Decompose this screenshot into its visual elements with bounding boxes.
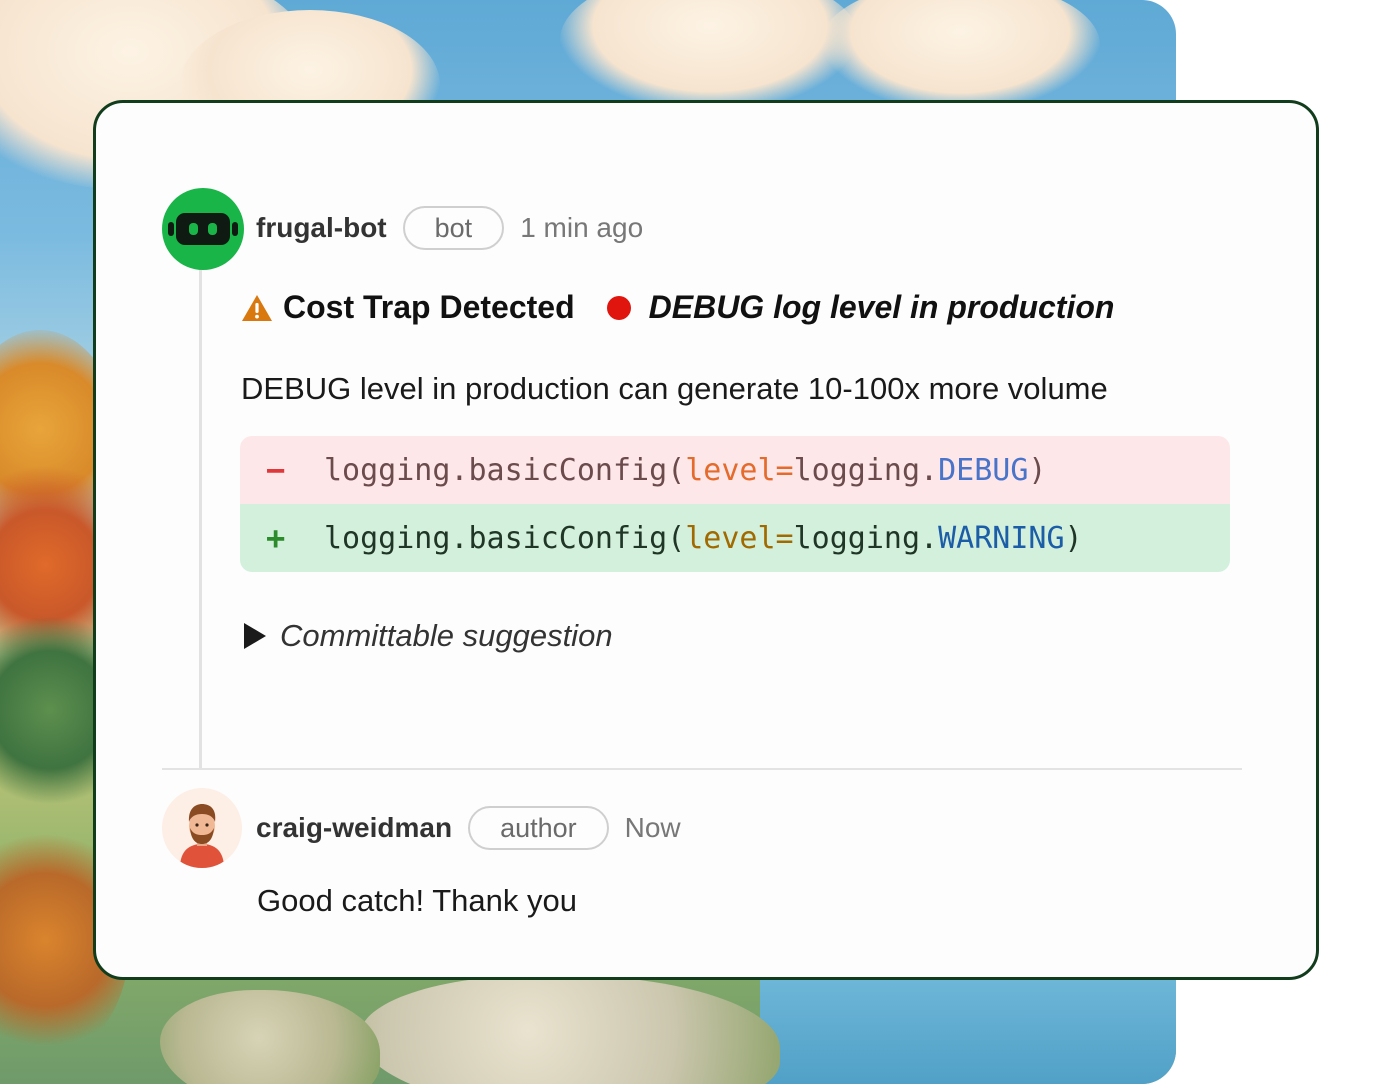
code-token: ) bbox=[1064, 520, 1083, 556]
code-diff: − logging.basicConfig(level= logging. DEBUG… bbox=[240, 436, 1230, 572]
code-token: ) bbox=[1028, 452, 1047, 488]
robot-icon bbox=[162, 188, 244, 270]
diff-minus-sign: − bbox=[266, 451, 286, 489]
thread-line bbox=[199, 263, 202, 769]
comment-divider bbox=[162, 768, 1242, 770]
disclosure-triangle-icon bbox=[244, 623, 266, 649]
code-token: logging. bbox=[793, 520, 939, 556]
reply-comment-meta: craig-weidman author Now bbox=[256, 806, 681, 850]
bot-comment-time[interactable]: 1 min ago bbox=[520, 212, 643, 244]
bot-comment-meta: frugal-bot bot 1 min ago bbox=[256, 206, 643, 250]
code-token: level= bbox=[685, 520, 794, 556]
headline-issue: DEBUG log level in production bbox=[648, 289, 1115, 325]
reply-comment-time[interactable]: Now bbox=[625, 812, 681, 844]
diff-plus-sign: + bbox=[266, 519, 286, 557]
comment-thread-card: frugal-bot bot 1 min ago Cost Trap Detec… bbox=[93, 100, 1319, 980]
reply-username[interactable]: craig-weidman bbox=[256, 812, 452, 844]
bot-username[interactable]: frugal-bot bbox=[256, 212, 387, 244]
code-token: DEBUG bbox=[938, 452, 1029, 488]
warning-icon bbox=[242, 294, 272, 321]
diff-added-line: + logging.basicConfig(level= logging. WARNI… bbox=[240, 504, 1230, 572]
red-dot-icon bbox=[606, 295, 631, 320]
cost-trap-headline: Cost Trap Detected DEBUG log level in pr… bbox=[241, 289, 1114, 326]
committable-suggestion-toggle[interactable]: Committable suggestion bbox=[244, 618, 613, 654]
reply-body: Good catch! Thank you bbox=[257, 883, 577, 918]
code-token: WARNING bbox=[938, 520, 1065, 556]
issue-description: DEBUG level in production can generate 1… bbox=[241, 371, 1108, 406]
code-token: logging. bbox=[793, 452, 939, 488]
user-avatar-icon bbox=[162, 788, 242, 868]
suggestion-label: Committable suggestion bbox=[280, 618, 613, 653]
bot-badge: bot bbox=[402, 206, 505, 250]
diff-removed-line: − logging.basicConfig(level= logging. DEBUG… bbox=[240, 436, 1230, 504]
code-token: level= bbox=[685, 452, 794, 488]
code-token: logging.basicConfig( bbox=[324, 452, 686, 488]
author-badge: author bbox=[468, 806, 609, 850]
code-token: logging.basicConfig( bbox=[324, 520, 686, 556]
headline-title: Cost Trap Detected bbox=[283, 289, 575, 325]
